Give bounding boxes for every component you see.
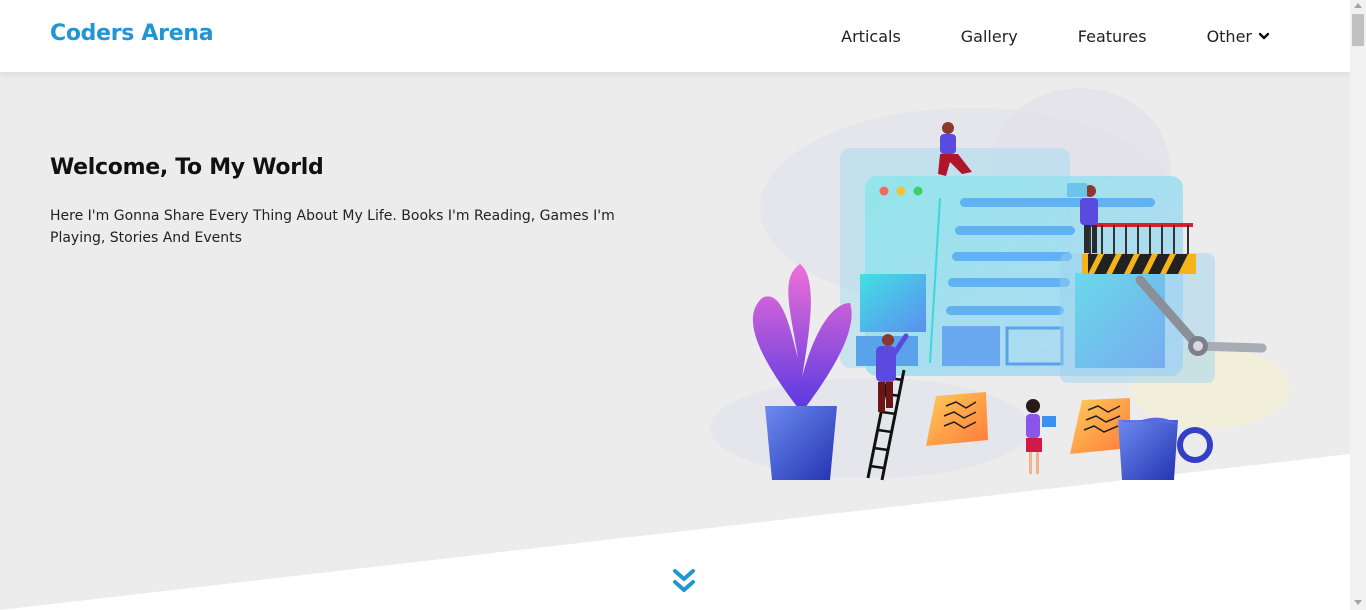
scroll-up-arrow-icon[interactable]: [1354, 3, 1362, 8]
nav-item-label: Articals: [841, 26, 901, 46]
nav-item-features[interactable]: Features: [1078, 27, 1147, 46]
nav-item-other[interactable]: Other: [1207, 27, 1270, 46]
nav-item-gallery[interactable]: Gallery: [961, 27, 1018, 46]
nav-item-label: Gallery: [960, 26, 1018, 46]
nav-item-articals[interactable]: Articals: [841, 27, 901, 46]
site-logo[interactable]: Coders Arena: [50, 21, 214, 46]
hero-title: Welcome, To My World: [50, 155, 324, 180]
chevron-down-icon: [1258, 32, 1270, 40]
page: Coders Arena Articals Gallery Features O…: [0, 0, 1350, 610]
website-construction-illustration: [710, 88, 1290, 481]
double-chevron-down-icon[interactable]: [671, 566, 697, 596]
vertical-scrollbar[interactable]: [1350, 0, 1366, 610]
scroll-down-arrow-icon[interactable]: [1354, 600, 1362, 605]
nav-item-label: Features: [1077, 26, 1147, 46]
nav-item-label: Other: [1206, 26, 1252, 46]
site-header: Coders Arena Articals Gallery Features O…: [0, 0, 1350, 72]
scrollbar-thumb[interactable]: [1352, 14, 1364, 46]
main-nav: Articals Gallery Features Other: [781, 0, 1270, 72]
hero-description: Here I'm Gonna Share Every Thing About M…: [50, 208, 615, 246]
